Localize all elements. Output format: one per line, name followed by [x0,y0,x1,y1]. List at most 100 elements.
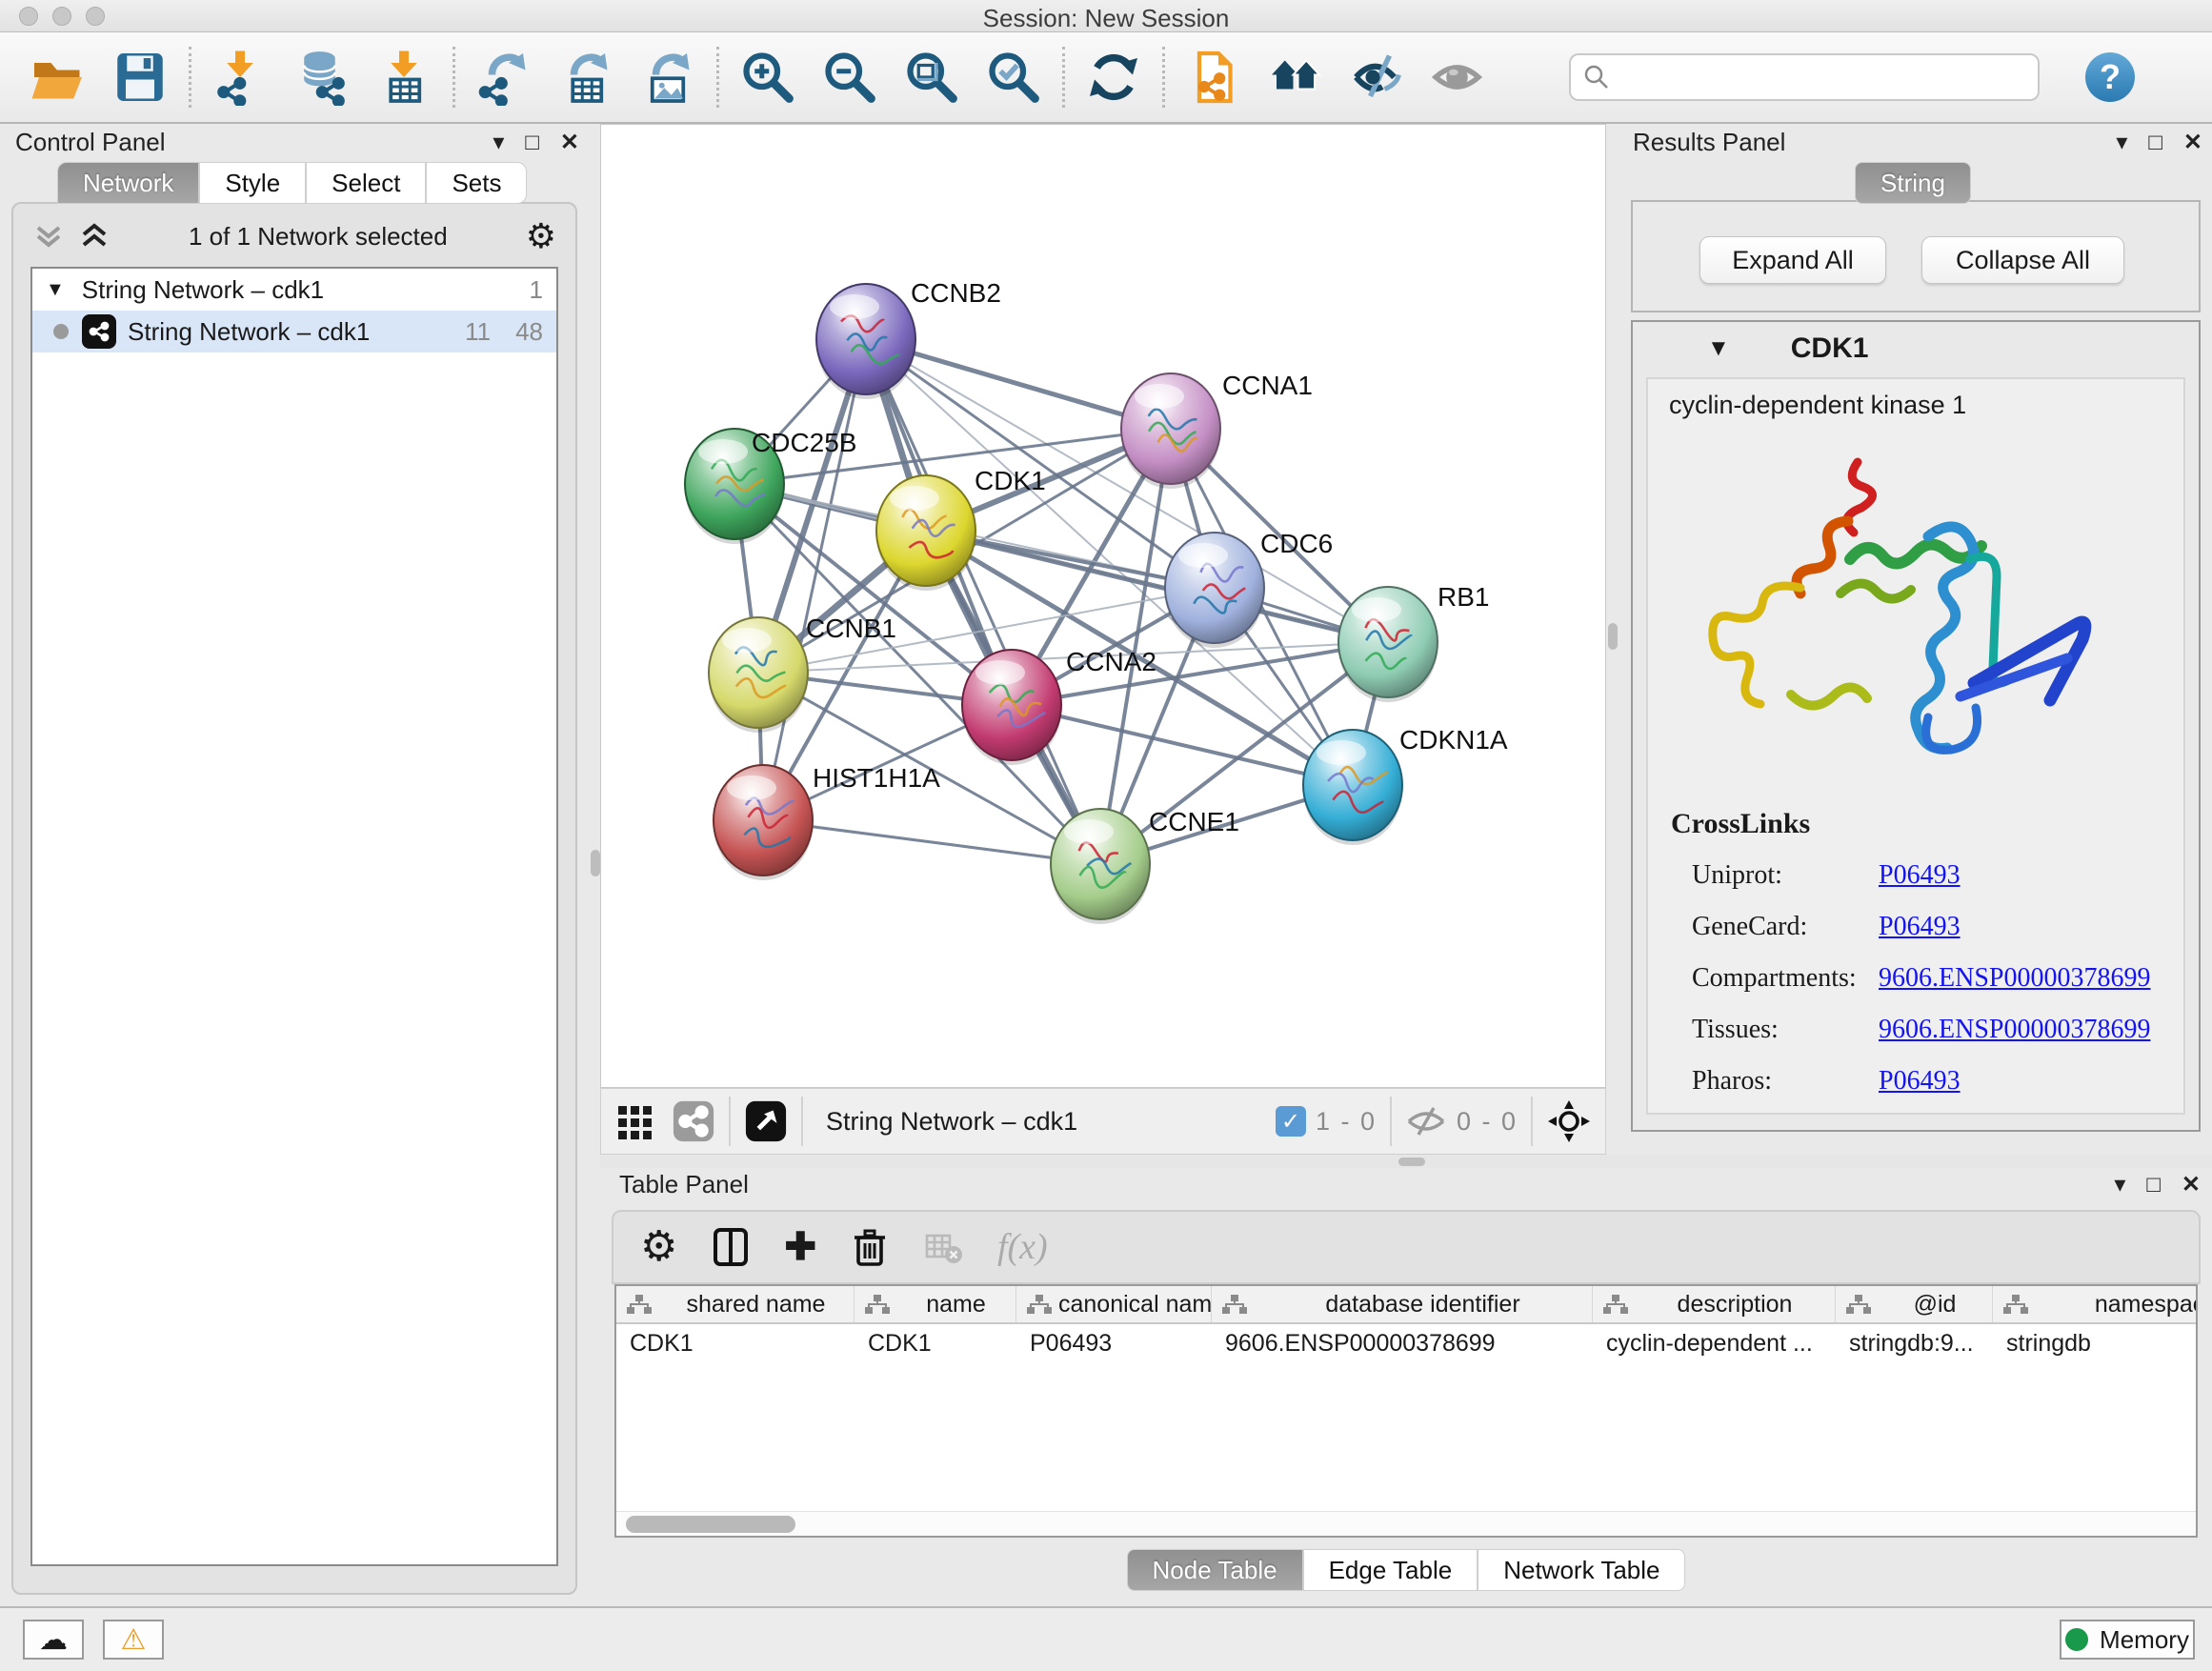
network-edge[interactable] [763,339,866,820]
save-session-icon[interactable] [99,43,181,111]
network-share-icon[interactable] [672,1099,715,1143]
export-image-icon[interactable] [627,43,709,111]
network-canvas[interactable]: CCNB2CCNA1CDC25BCDK1CDC6RB1CCNB1CCNA2CDK… [600,124,1606,1088]
zoom-selected-icon[interactable] [973,43,1055,111]
network-node-HIST1H1A[interactable] [714,765,813,880]
zoom-in-icon[interactable] [727,43,809,111]
network-edge[interactable] [763,820,1100,864]
tab-string[interactable]: String [1855,162,1971,204]
expand-all-icon[interactable] [78,222,111,251]
import-network-database-icon[interactable] [281,43,363,111]
import-table-file-icon[interactable] [363,43,445,111]
network-node-CDK1[interactable] [876,475,975,591]
table-horizontal-scrollbar[interactable] [616,1511,2196,1536]
string-document-icon[interactable] [1173,43,1255,111]
network-node-CCNE1[interactable] [1051,809,1150,924]
table-cell[interactable]: P06493 [1016,1324,1212,1362]
network-node-CDKN1A[interactable] [1303,730,1402,845]
network-node-RB1[interactable] [1338,587,1438,702]
string-labels-toggle-icon[interactable] [1418,43,1500,111]
tab-node-table[interactable]: Node Table [1127,1549,1303,1591]
network-options-gear-icon[interactable]: ⚙ [526,216,556,256]
search-input[interactable] [1611,64,2026,91]
cloud-status-button[interactable]: ☁ [23,1620,84,1660]
crosslink-link[interactable]: 9606.ENSP00000378699 [1879,1015,2150,1045]
gene-section-header[interactable]: ▼ CDK1 [1633,322,2199,375]
tab-sets[interactable]: Sets [426,162,527,204]
horizontal-splitter[interactable] [600,1155,2212,1168]
section-expander-icon[interactable]: ▼ [1707,335,1730,362]
crosslink-link[interactable]: P06493 [1879,860,1961,891]
fit-selected-crosshair-icon[interactable] [1546,1098,1592,1144]
table-cell[interactable]: 9606.ENSP00000378699 [1212,1324,1593,1362]
table-row[interactable]: CDK1CDK1P064939606.ENSP00000378699cyclin… [616,1324,2196,1362]
panel-menu-icon[interactable]: ▾ [493,129,504,156]
network-node-CCNB2[interactable] [816,284,915,399]
delete-column-trash-icon[interactable] [849,1226,891,1268]
column-header-database-identifier[interactable]: database identifier [1212,1286,1593,1322]
grid-view-icon[interactable] [614,1100,656,1142]
column-header-shared-name[interactable]: shared name [616,1286,855,1322]
tab-select[interactable]: Select [306,162,426,204]
crosslink-link[interactable]: 9606.ENSP00000378699 [1879,963,2150,994]
column-header-name[interactable]: name [855,1286,1016,1322]
network-row-selected[interactable]: String Network – cdk1 11 48 [32,311,556,352]
export-network-file-icon[interactable] [463,43,545,111]
open-session-icon[interactable] [17,43,99,111]
crosslink-link[interactable]: P06493 [1879,1066,1961,1097]
panel-float-icon[interactable]: □ [2146,1172,2161,1198]
show-columns-icon[interactable] [710,1226,752,1268]
node-table[interactable]: shared namenamecanonical namedatabase id… [614,1284,2198,1538]
right-divider-handle[interactable] [1608,623,1618,650]
string-home-icon[interactable] [1255,43,1337,111]
tab-style[interactable]: Style [199,162,306,204]
fit-content-icon[interactable] [891,43,973,111]
column-header-canonical-name[interactable]: canonical name [1016,1286,1212,1322]
warnings-button[interactable]: ⚠ [103,1620,164,1660]
selected-checkbox-icon[interactable]: ✓ [1276,1106,1306,1137]
network-edge[interactable] [1012,705,1353,785]
hidden-eye-icon[interactable] [1405,1104,1447,1138]
add-column-icon[interactable]: ✚ [784,1225,816,1269]
column-header-description[interactable]: description [1593,1286,1836,1322]
zoom-out-icon[interactable] [809,43,891,111]
panel-menu-icon[interactable]: ▾ [2116,129,2127,156]
column-header-namespace[interactable]: namespace [1993,1286,2198,1322]
network-collection-row[interactable]: ▼ String Network – cdk1 1 [32,269,556,311]
collapse-all-button[interactable]: Collapse All [1921,236,2124,284]
network-node-CCNA1[interactable] [1121,373,1220,489]
table-settings-gear-icon[interactable]: ⚙ [640,1226,677,1268]
panel-float-icon[interactable]: □ [2148,130,2162,156]
crosslink-link[interactable]: P06493 [1879,912,1961,942]
collapse-all-icon[interactable] [32,222,65,251]
network-node-CDC6[interactable] [1165,533,1264,648]
memory-button[interactable]: Memory [2060,1620,2195,1660]
tab-network-table[interactable]: Network Table [1478,1549,1685,1591]
table-cell[interactable]: CDK1 [855,1324,1016,1362]
table-cell[interactable]: stringdb [1993,1324,2198,1362]
birdseye-view-icon[interactable] [744,1099,788,1143]
panel-close-icon[interactable]: ✕ [560,129,579,156]
panel-close-icon[interactable]: ✕ [2183,129,2202,156]
help-button[interactable]: ? [2085,52,2135,102]
panel-float-icon[interactable]: □ [525,130,539,156]
splitter-handle[interactable] [1398,1158,1425,1166]
tab-edge-table[interactable]: Edge Table [1303,1549,1478,1591]
network-node-CCNB1[interactable] [709,617,808,733]
string-glass-effect-icon[interactable] [1337,43,1418,111]
table-cell[interactable]: CDK1 [616,1324,855,1362]
tree-expander-icon[interactable]: ▼ [46,279,65,301]
panel-close-icon[interactable]: ✕ [2182,1171,2201,1198]
table-cell[interactable]: stringdb:9... [1836,1324,1993,1362]
table-cell[interactable]: cyclin-dependent ... [1593,1324,1836,1362]
scrollbar-thumb[interactable] [626,1516,795,1533]
export-table-file-icon[interactable] [545,43,627,111]
expand-all-button[interactable]: Expand All [1699,236,1886,284]
search-box[interactable] [1569,53,2040,101]
tab-network[interactable]: Network [57,162,199,204]
import-network-file-icon[interactable] [199,43,281,111]
network-node-CCNA2[interactable] [962,650,1061,765]
panel-menu-icon[interactable]: ▾ [2114,1171,2125,1198]
column-header-@id[interactable]: @id [1836,1286,1993,1322]
left-divider-handle[interactable] [591,850,600,876]
